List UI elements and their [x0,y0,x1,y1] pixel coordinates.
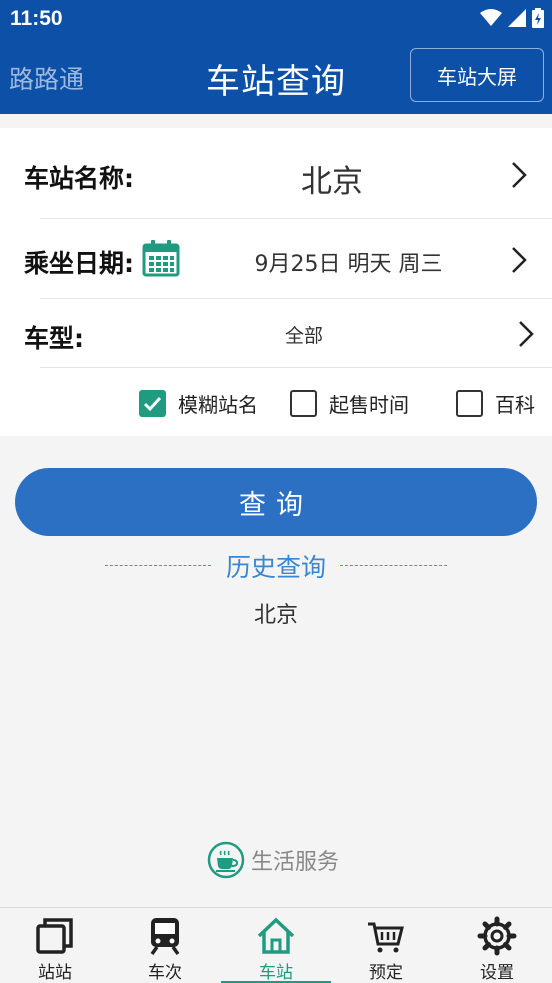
date-value[interactable]: 9月25日 明天 周三 [226,246,471,278]
life-service-link[interactable]: 生活服务 [207,841,339,879]
query-form: 车站名称: 北京 乘坐日期: 9月25日 明天 周三 车型: 全部 模糊站名 起… [0,128,552,436]
station-to-station-icon [36,918,73,954]
train-icon [150,918,180,956]
battery-icon [532,8,544,28]
tab-label: 站站 [38,963,72,983]
station-big-screen-button[interactable]: 车站大屏 [410,48,544,102]
divider [40,367,552,368]
status-bar: 11:50 [0,0,552,38]
checkbox-checked-icon[interactable] [139,389,166,417]
bottom-tab-bar: 站站 车次 车站 预定 设置 [0,907,552,983]
wifi-icon [480,9,502,26]
gear-icon [477,916,517,956]
train-type-row[interactable]: 车型: 全部 [0,299,552,367]
tab-label: 预定 [369,963,403,983]
encyclopedia-option[interactable]: 百科 [456,388,535,418]
app-name: 路路通 [9,65,85,94]
train-type-value[interactable]: 全部 [254,321,354,348]
life-service-label: 生活服务 [251,850,340,875]
sale-time-option[interactable]: 起售时间 [290,388,409,418]
fuzzy-station-option[interactable]: 模糊站名 [139,388,258,418]
calendar-icon[interactable] [142,239,180,277]
home-station-icon [257,917,295,954]
history-header: 历史查询 [0,548,552,582]
tab-booking[interactable]: 预定 [331,908,441,983]
date-row[interactable]: 乘坐日期: 9月25日 明天 周三 [0,219,552,299]
sale-time-label: 起售时间 [329,392,409,417]
station-value[interactable]: 北京 [232,156,432,201]
dashed-divider [340,565,447,566]
history-item[interactable]: 北京 [0,597,552,629]
status-time: 11:50 [10,7,63,30]
checkbox-unchecked-icon[interactable] [456,389,483,417]
history-title: 历史查询 [225,553,326,582]
station-row[interactable]: 车站名称: 北京 [0,128,552,218]
date-label: 乘坐日期: [24,249,134,278]
status-icons [480,8,544,28]
encyclopedia-label: 百科 [495,392,535,417]
chevron-right-icon [512,162,527,188]
tab-train[interactable]: 车次 [110,908,220,983]
station-label: 车站名称: [24,164,134,193]
checkbox-unchecked-icon[interactable] [290,389,317,417]
title-bar: 路路通 车站查询 车站大屏 [0,38,552,114]
coffee-cup-icon [207,841,245,879]
tab-station-to-station[interactable]: 站站 [0,908,110,983]
tab-label: 车站 [259,963,293,983]
tab-station[interactable]: 车站 [221,908,331,983]
fuzzy-station-label: 模糊站名 [178,392,258,417]
signal-icon [508,9,526,27]
cart-icon [368,922,404,953]
chevron-right-icon [519,321,534,347]
tab-settings[interactable]: 设置 [442,908,552,983]
tab-label: 车次 [148,963,182,983]
train-type-label: 车型: [24,324,84,353]
tab-label: 设置 [480,963,514,983]
chevron-right-icon [512,247,527,273]
query-options: 模糊站名 起售时间 百科 [0,388,552,432]
query-button[interactable]: 查询 [15,468,537,536]
